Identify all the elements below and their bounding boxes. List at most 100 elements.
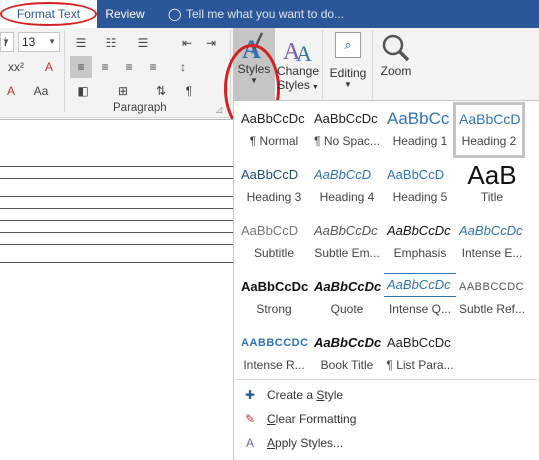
style-intense-emphasis[interactable]: AaBbCcDc Intense E... <box>456 217 528 269</box>
clear-formatting-suffix: lear Formatting <box>275 412 357 426</box>
find-icon: ⌕ <box>335 32 361 58</box>
style-name: Subtle Ref... <box>458 302 526 316</box>
style-sample: AaBbCcD <box>314 167 372 182</box>
align-center-icon[interactable]: ≡ <box>94 56 116 78</box>
change-styles-button[interactable]: A A Change Styles ▼ <box>276 30 320 100</box>
table-border-line <box>0 196 233 197</box>
table-border-line <box>0 220 233 221</box>
tab-review[interactable]: Review <box>103 0 147 28</box>
style-sample: AaB <box>467 161 517 189</box>
styles-button[interactable]: A Styles ▼ <box>233 28 275 100</box>
style-heading-4[interactable]: AaBbCcD Heading 4 <box>311 161 383 213</box>
create-style-suffix: tyle <box>324 388 344 402</box>
style-name: Strong <box>256 302 292 316</box>
editing-button[interactable]: ⌕ Editing ▼ <box>326 30 370 100</box>
style-heading-1[interactable]: AaBbCc Heading 1 <box>384 105 456 157</box>
style-heading-5[interactable]: AaBbCcD Heading 5 <box>384 161 456 213</box>
style-name: ¶ No Spac... <box>314 134 380 148</box>
shading-icon[interactable]: ◧ <box>72 80 94 102</box>
numbering-icon[interactable]: ☷ <box>100 32 122 54</box>
style-name: Heading 5 <box>392 190 448 204</box>
editing-label: Editing <box>329 66 367 80</box>
justify-icon[interactable]: ≡ <box>142 56 164 78</box>
sort-icon[interactable]: ⇅ <box>150 80 172 102</box>
style-sample: AaBbCcDc <box>314 111 378 126</box>
change-styles-line2: Styles <box>277 78 310 92</box>
style-intense-reference[interactable]: AaBbCcDc Intense R... <box>238 329 310 381</box>
increase-indent-icon[interactable]: ⇥ <box>200 32 222 54</box>
magnifier-icon <box>382 34 410 62</box>
styles-label: Styles <box>237 62 271 76</box>
apply-styles-suffix: pply Styles... <box>275 436 344 450</box>
table-border-line <box>0 244 233 245</box>
chevron-down-icon: ▼ <box>344 80 352 89</box>
decrease-indent-icon[interactable]: ⇤ <box>176 32 198 54</box>
dialog-launcher-icon[interactable]: ◿ <box>216 105 222 114</box>
style-sample: AaBbCc <box>387 109 450 128</box>
ribbon-tab-bar: Format Text Review ◯ Tell me what you wan… <box>0 0 539 28</box>
style-list-paragraph[interactable]: AaBbCcDc ¶ List Para... <box>384 329 456 381</box>
table-border-line <box>0 178 233 179</box>
style-subtle-reference[interactable]: AaBbCcDc Subtle Ref... <box>456 273 528 325</box>
style-intense-quote[interactable]: AaBbCcDc Intense Q... <box>384 273 456 325</box>
style-name: Heading 4 <box>319 190 375 204</box>
style-name: Title <box>480 190 504 204</box>
style-subtle-emphasis[interactable]: AaBbCcDc Subtle Em... <box>311 217 383 269</box>
style-normal[interactable]: AaBbCcDc ¶ Normal <box>238 105 310 157</box>
multilevel-list-icon[interactable]: ☰ <box>132 32 154 54</box>
style-sample: AaBbCcD <box>241 223 299 238</box>
align-right-icon[interactable]: ≡ <box>118 56 140 78</box>
style-book-title[interactable]: AaBbCcDc Book Title <box>311 329 383 381</box>
zoom-button[interactable]: Zoom <box>376 30 416 100</box>
style-no-spacing[interactable]: AaBbCcDc ¶ No Spac... <box>311 105 383 157</box>
bullets-icon[interactable]: ☰ <box>70 32 92 54</box>
style-name: Heading 1 <box>392 134 448 148</box>
style-emphasis[interactable]: AaBbCcDc Emphasis <box>384 217 456 269</box>
change-case-button[interactable]: Aa <box>30 80 52 102</box>
clear-formatting-icon[interactable]: A <box>38 56 60 78</box>
create-style-menu-item[interactable]: ✚ Create a Style <box>242 384 343 406</box>
style-sample: AaBbCcDc <box>387 335 451 350</box>
style-sample: AaBbCcDc <box>241 337 309 349</box>
font-color-icon[interactable]: A <box>0 80 22 102</box>
show-hide-button[interactable]: ¶ <box>178 80 200 102</box>
style-heading-3[interactable]: AaBbCcD Heading 3 <box>238 161 310 213</box>
change-styles-icon: A A <box>283 39 312 64</box>
create-style-icon: ✚ <box>244 388 256 402</box>
style-quote[interactable]: AaBbCcDc Quote <box>311 273 383 325</box>
style-name: ¶ Normal <box>249 134 299 148</box>
style-name: Heading 3 <box>246 190 302 204</box>
ribbon-separator <box>64 30 65 112</box>
table-border-line <box>0 208 233 209</box>
table-border-line <box>0 166 233 167</box>
document-page[interactable] <box>0 119 233 460</box>
borders-icon[interactable]: ⊞ <box>112 80 134 102</box>
clear-formatting-menu-item[interactable]: ✎ Clear Formatting <box>242 408 356 430</box>
menu-separator <box>235 379 538 380</box>
style-heading-2[interactable]: AaBbCcD Heading 2 <box>453 102 525 158</box>
style-sample: AaBbCcDc <box>314 223 378 238</box>
ruler-divider <box>0 119 233 120</box>
align-left-icon[interactable]: ≡ <box>70 56 92 78</box>
style-name: Subtitle <box>253 246 295 260</box>
style-sample: AaBbCcDc <box>384 273 456 297</box>
chevron-down-icon: ▼ <box>2 37 10 46</box>
styles-gallery: AaBbCcDc ¶ Normal AaBbCcDc ¶ No Spac... … <box>233 100 539 460</box>
font-name-combo[interactable]: i ▼ <box>0 32 14 52</box>
apply-styles-accel: A <box>267 436 276 450</box>
apply-styles-menu-item[interactable]: A Apply Styles... <box>242 432 343 454</box>
tab-format-text[interactable]: Format Text <box>0 0 97 28</box>
style-title[interactable]: AaB Title <box>456 161 528 213</box>
line-spacing-icon[interactable]: ↕ <box>172 56 194 78</box>
create-style-prefix: Create a <box>267 388 317 402</box>
superscript-button[interactable]: x² <box>8 56 30 78</box>
style-subtitle[interactable]: AaBbCcD Subtitle <box>238 217 310 269</box>
style-sample: AaBbCcDc <box>314 335 382 350</box>
style-strong[interactable]: AaBbCcDc Strong <box>238 273 310 325</box>
style-sample: AaBbCcDc <box>241 111 305 126</box>
chevron-down-icon: ▼ <box>48 37 56 46</box>
tell-me-search[interactable]: ◯ Tell me what you want to do... <box>168 0 344 28</box>
font-size-combo[interactable]: 13 ▼ <box>18 32 60 52</box>
apply-styles-icon: A <box>245 436 254 450</box>
styles-icon: A <box>242 32 264 62</box>
